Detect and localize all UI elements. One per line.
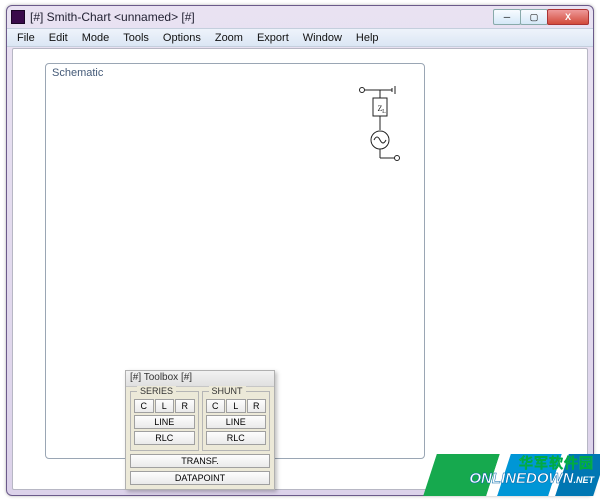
watermark-text-net: .NET <box>573 475 594 485</box>
load-impedance-icon[interactable]: Z L <box>373 90 387 130</box>
series-line-button[interactable]: LINE <box>134 415 195 429</box>
schematic-panel: Schematic <box>45 63 425 459</box>
app-icon <box>11 10 25 24</box>
schematic-canvas[interactable]: Z L <box>52 82 418 452</box>
menu-tools[interactable]: Tools <box>116 31 156 45</box>
series-r-button[interactable]: R <box>175 399 195 413</box>
transf-button[interactable]: TRANSF. <box>130 454 270 468</box>
schematic-title: Schematic <box>52 67 103 79</box>
menubar: File Edit Mode Tools Options Zoom Export… <box>7 28 593 47</box>
shunt-group: SHUNT C L R LINE RLC <box>202 391 271 451</box>
shunt-l-button[interactable]: L <box>226 399 246 413</box>
watermark-text-en: ONLINEDOWN <box>469 470 573 487</box>
circuit-diagram: Z L <box>358 84 404 170</box>
maximize-button[interactable]: ▢ <box>520 9 548 25</box>
shunt-line-button[interactable]: LINE <box>206 415 267 429</box>
menu-zoom[interactable]: Zoom <box>208 31 250 45</box>
shunt-legend: SHUNT <box>209 386 246 396</box>
shunt-c-button[interactable]: C <box>206 399 226 413</box>
watermark-text-cn: 华军软件园 <box>469 456 594 471</box>
app-window: [#] Smith-Chart <unnamed> [#] ─ ▢ X File… <box>6 5 594 496</box>
datapoint-button[interactable]: DATAPOINT <box>130 471 270 485</box>
window-controls: ─ ▢ X <box>494 9 589 25</box>
menu-help[interactable]: Help <box>349 31 386 45</box>
shunt-rlc-button[interactable]: RLC <box>206 431 267 445</box>
window-title: [#] Smith-Chart <unnamed> [#] <box>30 10 494 24</box>
toolbox-window[interactable]: [#] Toolbox [#] SERIES C L R <box>125 370 275 490</box>
minimize-button[interactable]: ─ <box>493 9 521 25</box>
titlebar[interactable]: [#] Smith-Chart <unnamed> [#] ─ ▢ X <box>7 6 593 28</box>
series-legend: SERIES <box>137 386 176 396</box>
menu-mode[interactable]: Mode <box>75 31 117 45</box>
svg-text:L: L <box>382 109 386 115</box>
lead-wire-icon <box>360 86 396 94</box>
menu-options[interactable]: Options <box>156 31 208 45</box>
toolbox-body: SERIES C L R LINE RLC <box>126 387 274 489</box>
shunt-r-button[interactable]: R <box>247 399 267 413</box>
client-area: Schematic <box>12 48 588 490</box>
series-c-button[interactable]: C <box>134 399 154 413</box>
menu-export[interactable]: Export <box>250 31 296 45</box>
menu-file[interactable]: File <box>10 31 42 45</box>
series-group: SERIES C L R LINE RLC <box>130 391 199 451</box>
close-button[interactable]: X <box>547 9 589 25</box>
toolbox-title[interactable]: [#] Toolbox [#] <box>126 371 274 387</box>
series-rlc-button[interactable]: RLC <box>134 431 195 445</box>
source-icon[interactable] <box>371 131 400 161</box>
series-l-button[interactable]: L <box>155 399 175 413</box>
menu-window[interactable]: Window <box>296 31 349 45</box>
watermark-logo: 华军软件园 ONLINEDOWN.NET <box>410 446 600 501</box>
menu-edit[interactable]: Edit <box>42 31 75 45</box>
